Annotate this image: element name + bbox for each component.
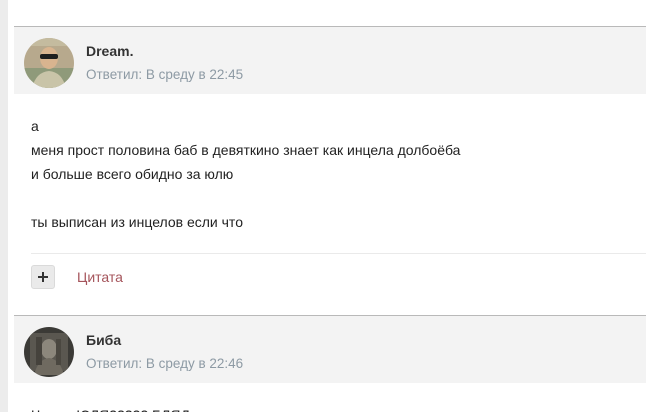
post-header: Dream. Ответил: В среду в 22:45 bbox=[14, 27, 646, 94]
post-author[interactable]: Биба bbox=[86, 332, 121, 348]
post-line: а bbox=[31, 118, 39, 134]
forum-post: Dream. Ответил: В среду в 22:45 а меня п… bbox=[14, 26, 646, 316]
post-author[interactable]: Dream. bbox=[86, 43, 133, 59]
forum-post: Биба Ответил: В среду в 22:46 Что за ЮЛЯ… bbox=[14, 315, 646, 412]
post-line: и больше всего обидно за юлю bbox=[31, 166, 234, 182]
left-rail bbox=[0, 0, 8, 412]
post-header: Биба Ответил: В среду в 22:46 bbox=[14, 316, 646, 383]
multiquote-button[interactable] bbox=[31, 265, 55, 289]
post-line: меня прост половина баб в девяткино знае… bbox=[31, 142, 461, 158]
user-photo-icon bbox=[24, 38, 74, 88]
post-content: Что за ЮЛЯ????? БЛЯД bbox=[14, 383, 646, 412]
post-meta: Ответил: В среду в 22:46 bbox=[86, 356, 244, 371]
avatar[interactable] bbox=[24, 327, 74, 377]
avatar[interactable] bbox=[24, 38, 74, 88]
post-divider bbox=[31, 253, 646, 254]
post-content: а меня прост половина баб в девяткино зн… bbox=[14, 94, 646, 234]
forum-page: Dream. Ответил: В среду в 22:45 а меня п… bbox=[0, 0, 646, 412]
post-meta: Ответил: В среду в 22:45 bbox=[86, 67, 244, 82]
quote-button[interactable]: Цитата bbox=[77, 269, 123, 285]
post-line: Что за ЮЛЯ????? БЛЯД bbox=[31, 403, 646, 412]
plus-icon bbox=[38, 272, 48, 282]
post-line: ты выписан из инцелов если что bbox=[31, 214, 243, 230]
post-actions: Цитата bbox=[31, 264, 123, 290]
post-line bbox=[31, 186, 646, 210]
user-photo-icon bbox=[24, 327, 74, 377]
